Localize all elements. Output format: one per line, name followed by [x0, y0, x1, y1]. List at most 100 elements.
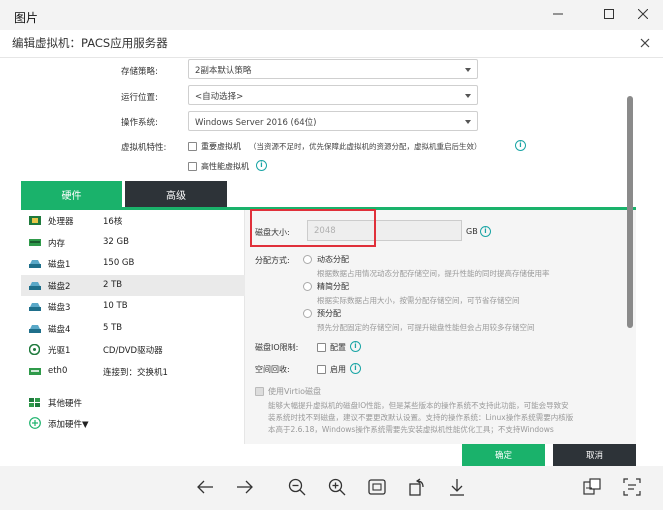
info-icon[interactable]: i [350, 341, 361, 352]
hardware-item-name: 其他硬件 [48, 399, 83, 409]
hardware-item-value: 2 TB [103, 279, 123, 290]
download-icon [450, 479, 464, 496]
high-perf-vm-checkbox[interactable] [188, 162, 197, 171]
io-limit-checkbox[interactable] [317, 343, 326, 352]
other-hardware-item[interactable]: 其他硬件 [21, 392, 245, 414]
chevron-down-icon [465, 120, 471, 124]
window-titlebar: 图片 [0, 0, 663, 30]
reclaim-checkbox[interactable] [317, 365, 326, 374]
hardware-item-value: 连接到：交换机1 [103, 367, 168, 378]
hardware-item-value: 5 TB [103, 322, 123, 333]
alloc-option-desc: 根据数据占用情况动态分配存储空间，提升性能的同时提高存储使用率 [317, 269, 550, 278]
tab-advanced[interactable]: 高级 [125, 181, 227, 208]
fit-screen-icon [368, 479, 386, 495]
hardware-item-disk2[interactable]: 磁盘2 2 TB [21, 274, 245, 296]
storage-policy-label: 存储策略: [121, 67, 158, 77]
virtio-desc-line2: 装系统时找不到磁盘，建议不要更改默认设置。支持的操作系统：Linux操作系统需要… [268, 413, 574, 422]
run-location-select[interactable]: <自动选择> [188, 85, 478, 105]
disk-icon [29, 324, 41, 333]
memory-icon [29, 238, 41, 246]
ok-button[interactable]: 确定 [462, 444, 545, 466]
previous-button[interactable] [194, 476, 216, 498]
storage-policy-select[interactable]: 2副本默认策略 [188, 59, 478, 79]
os-select[interactable]: Windows Server 2016 (64位) [188, 111, 478, 131]
alloc-radio-dynamic[interactable] [303, 255, 312, 264]
close-icon [638, 9, 648, 19]
important-vm-desc: （当资源不足时，优先保障此虚拟机的资源分配，虚拟机重启后生效） [249, 142, 482, 151]
os-value: Windows Server 2016 (64位) [195, 118, 317, 128]
virtio-checkbox[interactable] [255, 387, 264, 396]
download-button[interactable] [446, 476, 468, 498]
rotate-button[interactable] [406, 476, 428, 498]
tab-hardware[interactable]: 硬件 [21, 181, 122, 208]
alloc-radio-thick[interactable] [303, 309, 312, 318]
zoom-out-icon [288, 478, 306, 496]
hardware-item-memory[interactable]: 内存 32 GB [21, 232, 245, 254]
info-icon[interactable]: i [256, 160, 267, 171]
hardware-item-name: 光驱1 [48, 346, 71, 356]
alloc-option-desc: 根据实际数据占用大小，按需分配存储空间，可节省存储空间 [317, 296, 520, 305]
add-icon [29, 417, 41, 429]
alloc-option-label: 精简分配 [317, 282, 349, 291]
vertical-scrollbar[interactable] [627, 96, 633, 328]
info-icon[interactable]: i [480, 226, 491, 237]
zoom-in-icon [328, 478, 346, 496]
alloc-option-desc: 预先分配固定的存储空间，可提升磁盘性能但会占用较多存储空间 [317, 323, 535, 332]
dialog-close-button[interactable] [637, 35, 653, 51]
info-icon[interactable]: i [515, 140, 526, 151]
hardware-item-disk4[interactable]: 磁盘4 5 TB [21, 318, 245, 340]
window-title: 图片 [14, 11, 39, 25]
minimize-icon [553, 13, 563, 15]
vm-features-label: 虚拟机特性: [121, 143, 167, 153]
ocr-icon [623, 478, 641, 496]
translate-icon [583, 478, 601, 495]
cancel-button[interactable]: 取消 [553, 444, 636, 466]
cpu-icon [29, 216, 41, 225]
hardware-item-cdrom1[interactable]: 光驱1 CD/DVD驱动器 [21, 339, 245, 361]
hardware-item-value: 32 GB [103, 236, 129, 247]
hardware-list: 处理器 16核 内存 32 GB 磁盘1 150 GB 磁盘2 2 TB 磁盘3… [21, 210, 245, 444]
close-icon [640, 38, 650, 48]
hardware-item-name: 磁盘1 [48, 260, 71, 270]
hardware-item-name: eth0 [48, 365, 68, 376]
info-icon[interactable]: i [350, 363, 361, 374]
maximize-icon [604, 9, 614, 19]
hardware-item-cpu[interactable]: 处理器 16核 [21, 210, 245, 232]
alloc-label: 分配方式: [255, 256, 290, 265]
hardware-item-name: 磁盘4 [48, 324, 71, 335]
reclaim-label: 空间回收: [255, 365, 290, 374]
dialog-title: 编辑虚拟机：PACS应用服务器 [12, 36, 168, 50]
chevron-down-icon [465, 68, 471, 72]
hardware-icon [29, 398, 40, 407]
io-limit-label: 磁盘IO限制: [255, 343, 299, 352]
alloc-radio-thin[interactable] [303, 282, 312, 291]
dialog-header: 编辑虚拟机：PACS应用服务器 [0, 30, 663, 58]
next-button[interactable] [234, 476, 256, 498]
actual-size-button[interactable] [366, 476, 388, 498]
important-vm-checkbox[interactable] [188, 142, 197, 151]
translate-button[interactable] [581, 476, 603, 498]
chevron-down-icon [465, 94, 471, 98]
hardware-item-disk3[interactable]: 磁盘3 10 TB [21, 296, 245, 318]
image-viewer-toolbar [0, 466, 663, 510]
hardware-item-value: CD/DVD驱动器 [103, 346, 163, 356]
add-hardware-button[interactable]: 添加硬件▼ [21, 413, 245, 435]
ok-button-label: 确定 [494, 451, 512, 461]
minimize-button[interactable] [543, 2, 573, 26]
disk-detail-panel: 磁盘大小: 2048 GB i 分配方式: 动态分配 根据数据占用情况动态分配存… [245, 209, 636, 444]
zoom-in-button[interactable] [326, 476, 348, 498]
rotate-icon [409, 478, 424, 496]
hardware-item-eth0[interactable]: eth0 连接到：交换机1 [21, 361, 245, 383]
window-close-button[interactable] [628, 2, 658, 26]
hardware-item-name: 添加硬件▼ [48, 420, 89, 430]
zoom-out-button[interactable] [286, 476, 308, 498]
virtio-desc-line3: 本高于2.6.18，Windows操作系统需要先安装虚拟机性能优化工具；不支持W… [268, 425, 554, 434]
disk-icon [29, 281, 41, 290]
disk-size-unit: GB [466, 227, 478, 236]
highlight-box [250, 209, 376, 247]
important-vm-label: 重要虚拟机 [201, 142, 241, 151]
maximize-button[interactable] [594, 2, 624, 26]
hardware-item-disk1[interactable]: 磁盘1 150 GB [21, 253, 245, 275]
ocr-button[interactable] [621, 476, 643, 498]
network-icon [29, 367, 41, 375]
